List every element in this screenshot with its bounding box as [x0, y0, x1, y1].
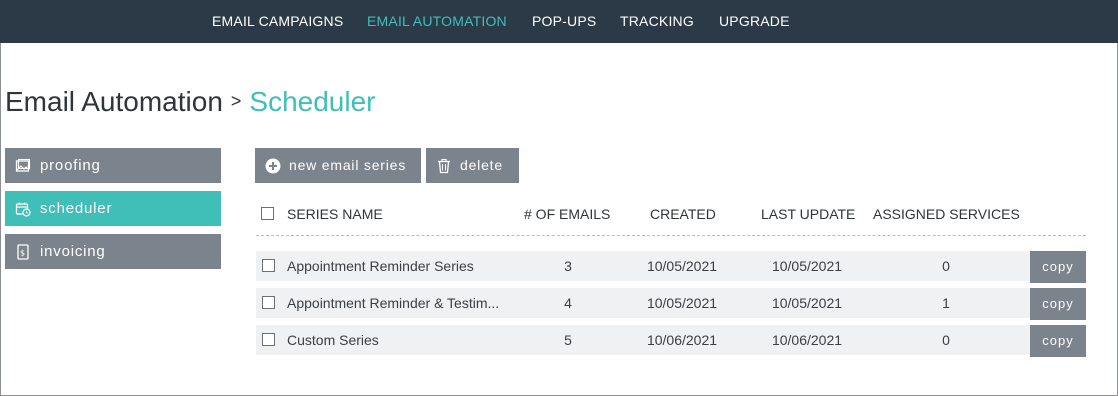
table-row: Appointment Reminder Series 3 10/05/2021…: [256, 251, 1086, 283]
column-header-emails[interactable]: # OF EMAILS: [524, 206, 610, 222]
column-header-series-name[interactable]: SERIES NAME: [287, 206, 383, 222]
nav-tracking[interactable]: TRACKING: [620, 13, 694, 29]
sidebar-item-label: invoicing: [40, 243, 106, 260]
created-date: 10/05/2021: [646, 258, 718, 274]
assigned-services-count: 0: [942, 258, 950, 274]
calendar-clock-icon: [15, 202, 31, 217]
nav-email-campaigns[interactable]: EMAIL CAMPAIGNS: [212, 13, 343, 29]
created-date: 10/06/2021: [646, 332, 718, 348]
copy-button[interactable]: copy: [1030, 288, 1086, 320]
column-header-created[interactable]: CREATED: [650, 206, 716, 222]
email-count: 4: [564, 295, 572, 311]
updated-date: 10/06/2021: [771, 332, 843, 348]
table-row: Custom Series 5 10/06/2021 10/06/2021 0 …: [256, 325, 1086, 357]
sidebar-item-label: proofing: [40, 157, 101, 174]
email-count: 5: [564, 332, 572, 348]
nav-upgrade[interactable]: UPGRADE: [719, 13, 790, 29]
top-nav: EMAIL CAMPAIGNS EMAIL AUTOMATION POP-UPS…: [0, 0, 1118, 43]
assigned-services-count: 0: [942, 332, 950, 348]
column-header-last-update[interactable]: LAST UPDATE: [761, 206, 855, 222]
page-title: Email Automation > Scheduler: [5, 86, 376, 118]
delete-label: delete: [460, 157, 503, 173]
new-email-series-label: new email series: [289, 157, 407, 173]
email-count: 3: [564, 258, 572, 274]
delete-button[interactable]: delete: [426, 148, 519, 183]
nav-pop-ups[interactable]: POP-UPS: [532, 13, 596, 29]
nav-email-automation[interactable]: EMAIL AUTOMATION: [367, 13, 507, 29]
invoice-icon: $: [17, 244, 29, 260]
copy-button[interactable]: copy: [1030, 325, 1086, 357]
assigned-services-count: 1: [942, 295, 950, 311]
breadcrumb-current: Scheduler: [249, 86, 376, 117]
row-checkbox[interactable]: [262, 259, 275, 272]
breadcrumb-parent[interactable]: Email Automation: [5, 86, 223, 117]
trash-icon: [438, 158, 450, 174]
select-all-checkbox[interactable]: [261, 207, 274, 220]
table-row: Appointment Reminder & Testim... 4 10/05…: [256, 288, 1086, 320]
svg-text:$: $: [20, 249, 26, 258]
row-checkbox[interactable]: [262, 333, 275, 346]
copy-button[interactable]: copy: [1030, 251, 1086, 283]
sidebar-item-invoicing[interactable]: $ invoicing: [5, 234, 221, 269]
header-divider: [256, 235, 1086, 236]
updated-date: 10/05/2021: [771, 295, 843, 311]
series-name[interactable]: Appointment Reminder & Testim...: [287, 295, 499, 311]
breadcrumb-separator: >: [230, 91, 242, 111]
updated-date: 10/05/2021: [771, 258, 843, 274]
series-name[interactable]: Custom Series: [287, 332, 379, 348]
series-name[interactable]: Appointment Reminder Series: [287, 258, 474, 274]
sidebar-item-proofing[interactable]: proofing: [5, 148, 221, 183]
row-checkbox[interactable]: [262, 296, 275, 309]
sidebar-item-scheduler[interactable]: scheduler: [5, 191, 221, 226]
plus-circle-icon: [265, 158, 281, 174]
image-icon: [15, 158, 31, 172]
created-date: 10/05/2021: [646, 295, 718, 311]
sidebar-item-label: scheduler: [40, 200, 113, 217]
new-email-series-button[interactable]: new email series: [255, 148, 421, 183]
column-header-assigned-services[interactable]: ASSIGNED SERVICES: [873, 206, 1020, 222]
